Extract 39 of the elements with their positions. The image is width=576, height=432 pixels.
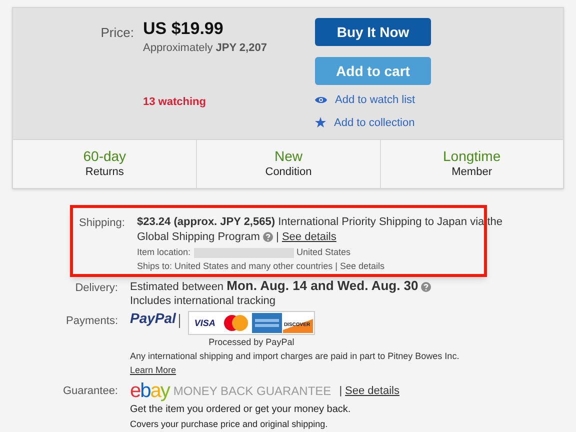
delivery-label: Delivery:	[74, 281, 119, 296]
see-details-link[interactable]: See details	[282, 231, 336, 243]
item-location-value: United States	[296, 246, 351, 259]
processed-by-text: Processed by PayPal	[208, 336, 294, 349]
watching-count: 13 watching	[143, 94, 206, 110]
shipping-label: Shipping:	[79, 216, 126, 231]
feature-label: Member	[452, 164, 492, 180]
star-icon	[315, 117, 326, 128]
buy-now-button[interactable]: Buy It Now	[315, 18, 431, 46]
feature-value: Longtime	[443, 148, 501, 164]
card-logo	[252, 313, 282, 333]
feature-value: 60-day	[83, 148, 126, 164]
payments-label: Payments:	[65, 314, 119, 329]
ships-to-text: Ships to: United States and many other countries | See details	[137, 260, 386, 273]
delivery-note: Includes international tracking	[130, 294, 277, 308]
ebay-logo: ebay	[130, 380, 170, 402]
price-approximate: Approximately JPY 2,207	[143, 41, 268, 56]
guarantee-title: MONEY BACK GUARANTEE	[173, 384, 332, 398]
price-label: Price:	[100, 24, 134, 42]
price-value: US $19.99	[143, 18, 224, 40]
action-link[interactable]: Add to collection	[334, 114, 415, 131]
help-icon[interactable]	[262, 232, 273, 242]
learn-more-link[interactable]: Learn More	[130, 363, 176, 377]
guarantee-coverage: Covers your purchase price and original shipping.	[130, 418, 329, 431]
feature-value: New	[274, 148, 302, 164]
help-icon[interactable]	[421, 282, 432, 292]
feature-label: Condition	[265, 164, 312, 180]
item-location-label: Item location:	[137, 246, 191, 259]
separator-text: |	[339, 384, 342, 398]
separator-text: |	[276, 231, 279, 243]
paypal-logo: PayPal	[130, 311, 176, 325]
guarantee-label: Guarantee:	[62, 384, 119, 399]
eye-icon	[315, 96, 327, 104]
import-charges-notice: Any international shipping and import charges are paid in part to Pitney Bowes Inc.	[130, 350, 460, 363]
guarantee-text: Get the item you ordered or get your money back.	[130, 403, 352, 417]
feature-label: Returns	[85, 164, 124, 180]
delivery-estimate: Estimated between Mon. Aug. 14 and Wed. Aug. 30	[130, 279, 418, 294]
see-details-link[interactable]: See details	[345, 384, 400, 398]
action-link[interactable]: Add to watch list	[335, 92, 416, 108]
